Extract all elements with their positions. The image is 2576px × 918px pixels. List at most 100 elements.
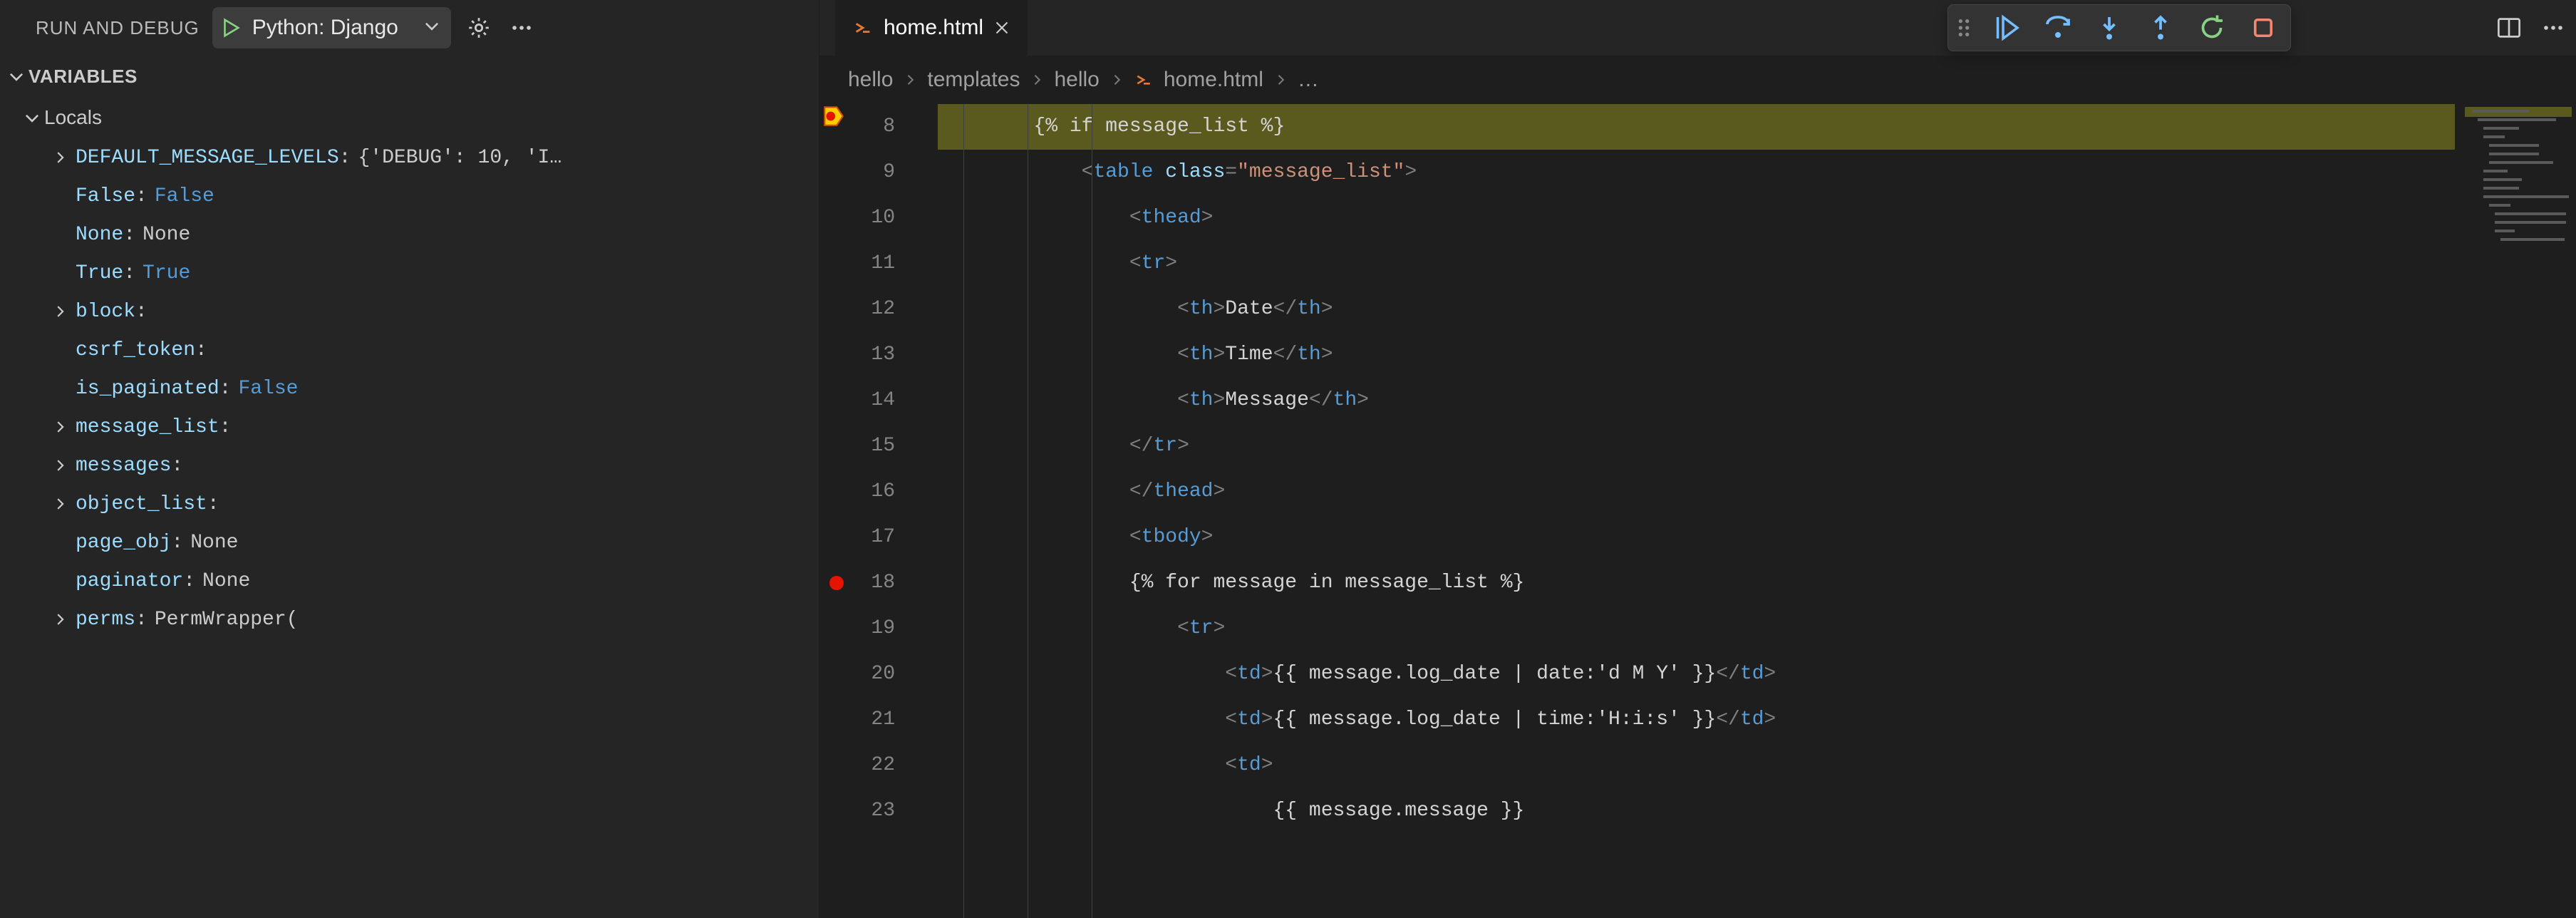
chevron-right-icon: [44, 150, 76, 165]
variable-name: DEFAULT_MESSAGE_LEVELS: [76, 147, 339, 169]
debug-sidebar: RUN AND DEBUG Python: Django VARIABLES L…: [0, 0, 819, 918]
code-line[interactable]: <td>{{ message.log_date | time:'H:i:s' }…: [938, 697, 2455, 743]
step-into-button[interactable]: [2091, 9, 2128, 46]
variable-row[interactable]: DEFAULT_MESSAGE_LEVELS: {'DEBUG': 10, 'I…: [20, 138, 819, 177]
variable-row[interactable]: object_list:: [20, 485, 819, 523]
continue-button[interactable]: [1988, 9, 2025, 46]
line-number[interactable]: 19: [848, 606, 912, 651]
debug-config-select[interactable]: Python: Django: [212, 7, 451, 48]
code-line[interactable]: <th>Time</th>: [938, 332, 2455, 378]
code-line[interactable]: {% if message_list %}: [938, 104, 2455, 150]
variable-row[interactable]: paginator: None: [20, 562, 819, 600]
line-number[interactable]: 16: [848, 469, 912, 515]
breakpoint-current-icon: [822, 104, 846, 133]
variable-row[interactable]: False: False: [20, 177, 819, 215]
variable-row[interactable]: None: None: [20, 215, 819, 254]
variable-row[interactable]: message_list:: [20, 408, 819, 446]
variable-row[interactable]: csrf_token:: [20, 331, 819, 369]
line-number[interactable]: 10: [848, 195, 912, 241]
chevron-down-icon: [20, 108, 44, 127]
breadcrumb-part[interactable]: hello: [848, 68, 893, 92]
tab-home-html[interactable]: home.html: [835, 0, 1028, 56]
chevron-right-icon: [1109, 73, 1124, 87]
variable-row[interactable]: messages:: [20, 446, 819, 485]
variable-row[interactable]: is_paginated: False: [20, 369, 819, 408]
locals-scope-header[interactable]: Locals: [0, 97, 819, 138]
variable-value: PermWrapper(: [155, 609, 299, 631]
breadcrumb-trailing[interactable]: …: [1298, 68, 1319, 92]
variable-name: messages: [76, 455, 171, 477]
code-content[interactable]: {% if message_list %} <table class="mess…: [912, 104, 2455, 918]
line-number[interactable]: 17: [848, 515, 912, 560]
code-line[interactable]: <tbody>: [938, 515, 2455, 560]
line-number[interactable]: 9: [848, 150, 912, 195]
stop-button[interactable]: [2245, 9, 2282, 46]
variable-row[interactable]: perms: PermWrapper(: [20, 600, 819, 639]
minimap[interactable]: [2455, 104, 2576, 918]
chevron-right-icon: [1273, 73, 1288, 87]
chevron-right-icon: [44, 419, 76, 435]
line-number[interactable]: 21: [848, 697, 912, 743]
code-area[interactable]: 891011121314151617181920212223 {% if mes…: [819, 104, 2576, 918]
breadcrumb-part[interactable]: home.html: [1164, 68, 1263, 92]
line-number[interactable]: 15: [848, 423, 912, 469]
line-number[interactable]: 20: [848, 651, 912, 697]
more-icon[interactable]: [2542, 16, 2565, 39]
run-and-debug-title: RUN AND DEBUG: [36, 17, 200, 39]
line-number-gutter[interactable]: 891011121314151617181920212223: [848, 104, 912, 918]
debug-toolbar[interactable]: [1947, 4, 2291, 51]
variable-row[interactable]: page_obj: None: [20, 523, 819, 562]
step-out-button[interactable]: [2142, 9, 2179, 46]
more-icon[interactable]: [507, 13, 537, 43]
line-number[interactable]: 14: [848, 378, 912, 423]
variable-name: perms: [76, 609, 135, 631]
code-line[interactable]: </thead>: [938, 469, 2455, 515]
split-editor-icon[interactable]: [2496, 15, 2522, 41]
line-number[interactable]: 22: [848, 743, 912, 788]
line-number[interactable]: 8: [848, 104, 912, 150]
variable-name: block: [76, 301, 135, 323]
chevron-right-icon: [44, 496, 76, 512]
restart-button[interactable]: [2193, 9, 2230, 46]
variable-value: None: [190, 532, 238, 554]
glyph-margin[interactable]: [819, 104, 848, 918]
debug-sidebar-header: RUN AND DEBUG Python: Django: [0, 0, 819, 56]
code-line[interactable]: </tr>: [938, 423, 2455, 469]
variable-value: None: [143, 224, 190, 246]
close-icon[interactable]: [993, 19, 1010, 36]
code-line[interactable]: {{ message.message }}: [938, 788, 2455, 834]
variables-section-header[interactable]: VARIABLES: [0, 56, 819, 97]
code-line[interactable]: <th>Message</th>: [938, 378, 2455, 423]
variable-name: page_obj: [76, 532, 171, 554]
code-line[interactable]: <table class="message_list">: [938, 150, 2455, 195]
editor-area: home.html hello templates hello home.htm…: [819, 0, 2576, 918]
breadcrumbs[interactable]: hello templates hello home.html …: [819, 56, 2576, 104]
code-line[interactable]: {% for message in message_list %}: [938, 560, 2455, 606]
line-number[interactable]: 13: [848, 332, 912, 378]
drag-handle-icon[interactable]: [1957, 17, 1974, 38]
code-line[interactable]: <td>{{ message.log_date | date:'d M Y' }…: [938, 651, 2455, 697]
variable-name: csrf_token: [76, 339, 195, 361]
line-number[interactable]: 18: [848, 560, 912, 606]
variable-value: False: [238, 378, 298, 400]
breakpoint-icon[interactable]: [829, 576, 844, 590]
step-over-button[interactable]: [2039, 9, 2076, 46]
breadcrumb-part[interactable]: templates: [927, 68, 1020, 92]
play-icon[interactable]: [219, 17, 241, 38]
code-line[interactable]: <tr>: [938, 606, 2455, 651]
variable-row[interactable]: True: True: [20, 254, 819, 292]
breadcrumb-part[interactable]: hello: [1054, 68, 1099, 92]
chevron-right-icon: [44, 458, 76, 473]
variable-name: None: [76, 224, 123, 246]
line-number[interactable]: 12: [848, 287, 912, 332]
chevron-down-icon[interactable]: [423, 16, 441, 40]
code-line[interactable]: <tr>: [938, 241, 2455, 287]
line-number[interactable]: 23: [848, 788, 912, 834]
code-line[interactable]: <th>Date</th>: [938, 287, 2455, 332]
variable-name: paginator: [76, 570, 183, 592]
gear-icon[interactable]: [464, 13, 494, 43]
code-line[interactable]: <thead>: [938, 195, 2455, 241]
line-number[interactable]: 11: [848, 241, 912, 287]
variable-row[interactable]: block:: [20, 292, 819, 331]
code-line[interactable]: <td>: [938, 743, 2455, 788]
